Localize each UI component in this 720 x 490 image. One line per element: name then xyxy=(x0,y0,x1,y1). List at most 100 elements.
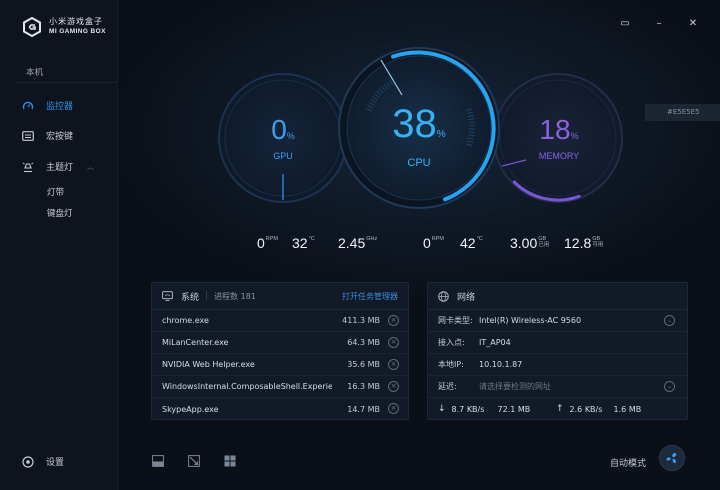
sidebar-item-label: 监控器 xyxy=(46,102,74,112)
auto-mode-label: 自动模式 xyxy=(610,459,647,469)
process-memory: 14.7 MB xyxy=(347,404,380,414)
sidebar-divider xyxy=(16,82,117,83)
end-process-button[interactable]: × xyxy=(388,337,399,348)
local-ip-row: 本地IP: 10.10.1.87 xyxy=(428,354,687,376)
chevron-down-icon[interactable]: ⌄ xyxy=(664,315,675,326)
gpu-value: 0 xyxy=(271,114,287,145)
memory-unit: % xyxy=(570,131,579,141)
download-arrow-icon: ↓ xyxy=(438,404,446,414)
local-ip-label: 本地IP: xyxy=(438,360,464,369)
sidebar-subitem-lightstrip[interactable]: 灯带 xyxy=(47,186,64,198)
mi-gaming-logo-icon xyxy=(23,17,41,37)
cpu-freq-value: 2.45 xyxy=(338,235,366,251)
download-speed: 8.7 KB/s xyxy=(451,404,485,414)
brand-name-en: MI GAMING BOX xyxy=(49,28,106,35)
sidebar: 小米游戏盒子 MI GAMING BOX 本机 监控器 宏按键 主题灯 ︿ 灯带 xyxy=(0,0,118,490)
main-content: ▭ – ✕ #E5E5E5 0% GPU 38% CPU 18% MEMORY … xyxy=(118,0,720,490)
network-card-row[interactable]: 网卡类型: Intel(R) Wireless-AC 9560 ⌄ xyxy=(428,310,687,332)
settings-icon xyxy=(22,455,34,468)
brand-name-cn: 小米游戏盒子 xyxy=(49,17,103,26)
network-card-label: 网卡类型: xyxy=(438,316,473,325)
latency-row[interactable]: 延迟: 请选择要检测的网址 ⌄ xyxy=(428,376,687,398)
system-panel-header: 系统 | 进程数 181 打开任务管理器 xyxy=(152,283,408,310)
gpu-unit: % xyxy=(286,131,295,141)
process-name: chrome.exe xyxy=(162,316,209,325)
fan-mode-button[interactable] xyxy=(659,445,685,471)
gauge-icon xyxy=(22,100,34,112)
memory-used-caption: 已用 xyxy=(538,242,550,248)
gpu-temp-unit: °C xyxy=(308,236,315,242)
end-process-button[interactable]: × xyxy=(388,381,399,392)
memory-label: MEMORY xyxy=(538,151,580,161)
network-panel-title: 网络 xyxy=(457,292,476,303)
access-point-label: 接入点: xyxy=(438,338,465,347)
chevron-down-icon[interactable]: ⌄ xyxy=(664,381,675,392)
network-card-value: Intel(R) Wireless-AC 9560 xyxy=(479,316,582,325)
access-point-row: 接入点: IT_AP04 xyxy=(428,332,687,354)
memory-free-stat: 12.8 GB 可用 xyxy=(564,235,603,251)
upload-speed: 2.6 KB/s xyxy=(569,404,603,414)
lamp-icon xyxy=(22,161,34,173)
sidebar-subitem-keyboard-light[interactable]: 键盘灯 xyxy=(47,207,73,219)
latency-label: 延迟: xyxy=(438,382,457,391)
brand: 小米游戏盒子 MI GAMING BOX xyxy=(22,17,106,37)
sidebar-item-theme-light[interactable]: 主题灯 ︿ xyxy=(22,160,94,173)
traffic-row: ↓ 8.7 KB/s 72.1 MB ↑ 2.6 KB/s 1.6 MB xyxy=(428,398,687,420)
open-task-manager-link[interactable]: 打开任务管理器 xyxy=(342,291,398,302)
cpu-unit: % xyxy=(436,129,446,140)
globe-icon xyxy=(438,290,449,302)
process-memory: 64.3 MB xyxy=(347,338,380,347)
table-row: MiLanCenter.exe 64.3 MB × xyxy=(152,332,408,354)
memory-readout: 18% MEMORY xyxy=(523,114,595,162)
layout-icon[interactable] xyxy=(152,455,164,467)
cpu-label: CPU xyxy=(407,157,431,169)
upload-arrow-icon: ↑ xyxy=(556,404,564,414)
gpu-fan-unit: RPM xyxy=(265,236,279,242)
process-name: SkypeApp.exe xyxy=(162,404,219,414)
gpu-temp-value: 32 xyxy=(292,235,308,251)
cpu-temp-unit: °C xyxy=(476,236,483,242)
screenshot-icon[interactable] xyxy=(188,455,200,467)
settings-button[interactable]: 设置 xyxy=(22,455,64,468)
gpu-fan-value: 0 xyxy=(257,235,265,251)
table-row: chrome.exe 411.3 MB × xyxy=(152,310,408,332)
memory-used-value: 3.00 xyxy=(510,235,538,251)
process-name: MiLanCenter.exe xyxy=(162,338,229,347)
sidebar-item-macro[interactable]: 宏按键 xyxy=(22,129,73,142)
gpu-fan-stat: 0 RPM xyxy=(257,235,278,251)
memory-value: 18 xyxy=(539,114,571,145)
network-panel: 网络 网卡类型: Intel(R) Wireless-AC 9560 ⌄ 接入点: I… xyxy=(427,282,688,420)
monitor-icon xyxy=(162,291,173,302)
process-count: 进程数 181 xyxy=(214,291,256,301)
keyboard-icon xyxy=(22,130,34,142)
gpu-readout: 0% GPU xyxy=(253,114,313,162)
chevron-up-icon[interactable]: ︿ xyxy=(87,162,94,172)
local-ip-value: 10.10.1.87 xyxy=(479,360,523,369)
download-total: 72.1 MB xyxy=(497,404,531,414)
sidebar-item-label: 主题灯 xyxy=(46,163,74,173)
latency-url-select[interactable]: 请选择要检测的网址 xyxy=(479,381,551,392)
fan-icon xyxy=(666,453,677,464)
system-panel-title: 系统 xyxy=(181,292,200,303)
process-name: WindowsInternal.ComposableShell.Experien… xyxy=(162,382,332,391)
cpu-freq-unit: GHz xyxy=(366,236,378,242)
end-process-button[interactable]: × xyxy=(388,315,399,326)
end-process-button[interactable]: × xyxy=(388,403,399,414)
gpu-temp-stat: 32 °C xyxy=(292,235,315,251)
end-process-button[interactable]: × xyxy=(388,359,399,370)
cpu-freq-stat: 2.45 GHz xyxy=(338,235,377,251)
sidebar-item-monitor[interactable]: 监控器 xyxy=(22,99,73,112)
download-stats: ↓ 8.7 KB/s 72.1 MB xyxy=(438,404,556,414)
upload-stats: ↑ 2.6 KB/s 1.6 MB xyxy=(556,404,641,414)
memory-free-caption: 可用 xyxy=(592,242,604,248)
windows-icon[interactable] xyxy=(224,455,236,467)
cpu-fan-stat: 0 RPM xyxy=(423,235,444,251)
settings-label: 设置 xyxy=(46,458,65,468)
process-memory: 35.6 MB xyxy=(347,360,380,369)
cpu-fan-value: 0 xyxy=(423,235,431,251)
cpu-temp-stat: 42 °C xyxy=(460,235,483,251)
cpu-temp-value: 42 xyxy=(460,235,476,251)
upload-total: 1.6 MB xyxy=(613,404,642,414)
table-row: SkypeApp.exe 14.7 MB × xyxy=(152,398,408,420)
cpu-value: 38 xyxy=(392,102,437,146)
